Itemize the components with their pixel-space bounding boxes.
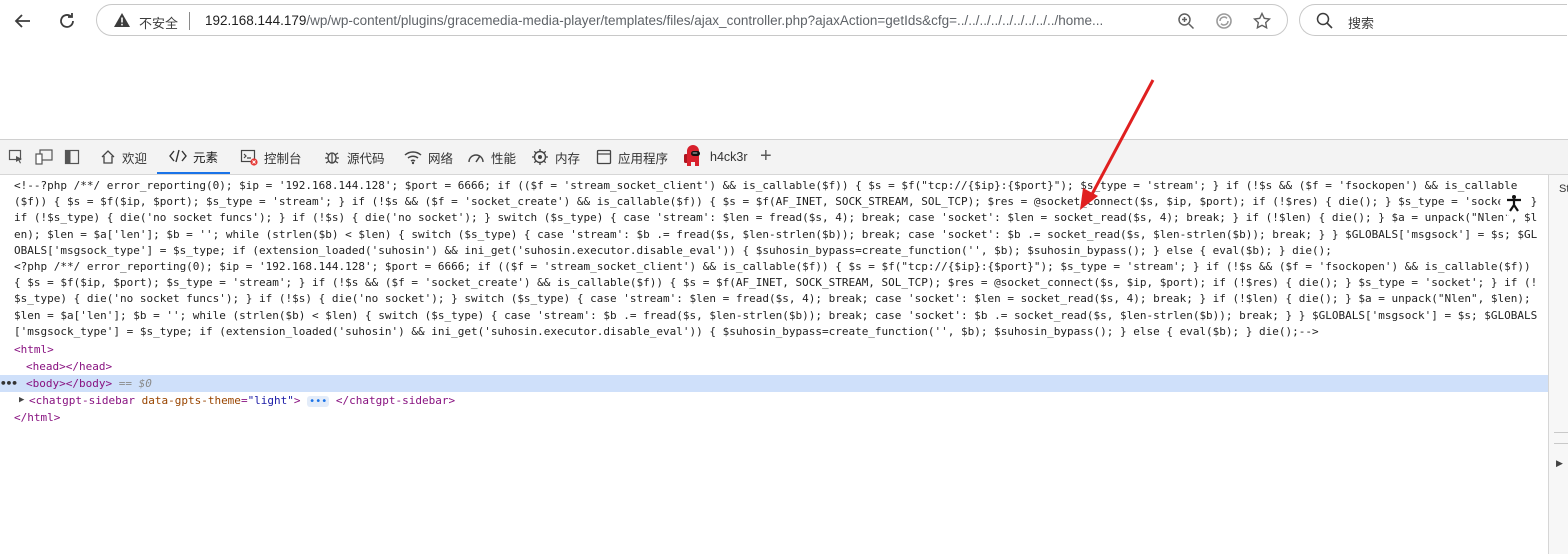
reload-button[interactable] (52, 6, 82, 36)
dock-side-icon[interactable] (64, 149, 80, 170)
tab-label: 源代码 (347, 151, 385, 166)
wifi-icon (404, 149, 422, 165)
styles-side-panel[interactable]: St (1548, 175, 1568, 554)
bug-icon (323, 148, 341, 166)
browser-toolbar: 不安全 192.168.144.179/wp/wp-content/plugin… (0, 0, 1568, 42)
back-button[interactable] (8, 6, 38, 36)
gauge-icon (467, 149, 485, 165)
dom-node-html[interactable]: <html> (0, 341, 1548, 358)
tab-memory[interactable]: 内存 (531, 140, 580, 174)
tab-network[interactable]: 网络 (404, 140, 453, 174)
tab-label: 内存 (555, 151, 581, 166)
dom-tree: <html> <head></head> ••• <body></body> =… (0, 341, 1548, 426)
search-input[interactable]: 搜索 (1299, 4, 1567, 36)
code-icon (169, 149, 187, 163)
elements-panel: <!--?php /**/ error_reporting(0); $ip = … (0, 175, 1548, 554)
attr-name: data-gpts-theme (141, 394, 241, 407)
dom-node-body[interactable]: ••• <body></body> == $0 (0, 375, 1548, 392)
devtools-toolbar: 欢迎 元素 控制台 源代码 网络 性能 内存 应用程序 h4ck3r + (0, 140, 1568, 175)
accessibility-icon[interactable] (1500, 189, 1528, 217)
app-icon (596, 149, 612, 165)
dom-comment-node[interactable]: <!--?php /**/ error_reporting(0); $ip = … (14, 178, 1542, 340)
tab-performance[interactable]: 性能 (467, 140, 516, 174)
search-placeholder: 搜索 (1348, 16, 1375, 31)
tab-label: h4ck3r (710, 150, 748, 164)
zoom-icon[interactable] (1177, 12, 1195, 35)
tab-label: 控制台 (264, 151, 302, 166)
tag-sidebar-open: <chatgpt-sidebar (29, 394, 135, 407)
tab-console[interactable]: 控制台 (240, 140, 302, 174)
warning-icon[interactable] (113, 12, 131, 33)
tag-sidebar-close: </chatgpt-sidebar> (335, 394, 456, 407)
tab-sources[interactable]: 源代码 (323, 140, 385, 174)
tag-html-close: </html> (14, 411, 61, 424)
address-divider (189, 12, 190, 30)
search-icon (1316, 12, 1333, 34)
amongus-icon (682, 145, 704, 169)
tab-label: 网络 (428, 151, 454, 166)
device-toolbar-icon[interactable] (35, 149, 53, 170)
security-label[interactable]: 不安全 (139, 13, 178, 32)
attr-value: "light" (247, 394, 294, 407)
side-expand-icon[interactable]: ▶ (1556, 458, 1563, 469)
dom-node-html-close: </html> (0, 409, 1548, 426)
php-comment-line-2: <?php /**/ error_reporting(0); $ip = '19… (14, 260, 1538, 338)
reload-icon (60, 13, 74, 28)
side-panel-divider (1554, 432, 1568, 444)
chip-icon (531, 148, 549, 166)
tab-label: 性能 (491, 151, 517, 166)
url-host: 192.168.144.179 (205, 13, 307, 28)
back-arrow-icon (14, 14, 30, 28)
tag-head: <head></head> (26, 360, 113, 373)
tag-html-open: <html> (14, 343, 54, 356)
url-path: /wp/wp-content/plugins/gracemedia-media-… (306, 13, 1104, 28)
add-tab-button[interactable]: + (760, 145, 772, 168)
address-bar[interactable]: 不安全 192.168.144.179/wp/wp-content/plugin… (96, 4, 1288, 36)
tab-welcome[interactable]: 欢迎 (100, 140, 147, 174)
translate-icon[interactable] (1215, 12, 1233, 35)
collapsed-ellipsis-icon[interactable]: ••• (307, 396, 330, 407)
selected-node-hint: == $0 (118, 377, 152, 390)
tab-label: 欢迎 (122, 151, 148, 166)
tab-label: 元素 (193, 150, 219, 165)
tab-application[interactable]: 应用程序 (596, 140, 668, 174)
php-comment-line-1: <!--?php /**/ error_reporting(0); $ip = … (14, 179, 1538, 257)
dom-node-head[interactable]: <head></head> (0, 358, 1548, 375)
console-icon (240, 148, 258, 166)
home-icon (100, 149, 116, 165)
styles-label: St (1559, 183, 1568, 195)
url-text[interactable]: 192.168.144.179/wp/wp-content/plugins/gr… (205, 13, 1157, 28)
tab-elements[interactable]: 元素 (157, 140, 231, 174)
tag-body: <body></body> (26, 377, 113, 390)
favorite-star-icon[interactable] (1252, 11, 1272, 35)
inspect-icon[interactable] (8, 149, 24, 170)
tab-label: 应用程序 (618, 151, 669, 166)
tab-h4ck3r[interactable]: h4ck3r (682, 140, 748, 174)
page-content (0, 42, 1568, 140)
more-options-icon[interactable]: ••• (0, 375, 18, 392)
dom-node-chatgpt-sidebar[interactable]: ▶ <chatgpt-sidebar data-gpts-theme="ligh… (0, 392, 1548, 409)
expand-triangle-icon[interactable]: ▶ (19, 392, 24, 409)
